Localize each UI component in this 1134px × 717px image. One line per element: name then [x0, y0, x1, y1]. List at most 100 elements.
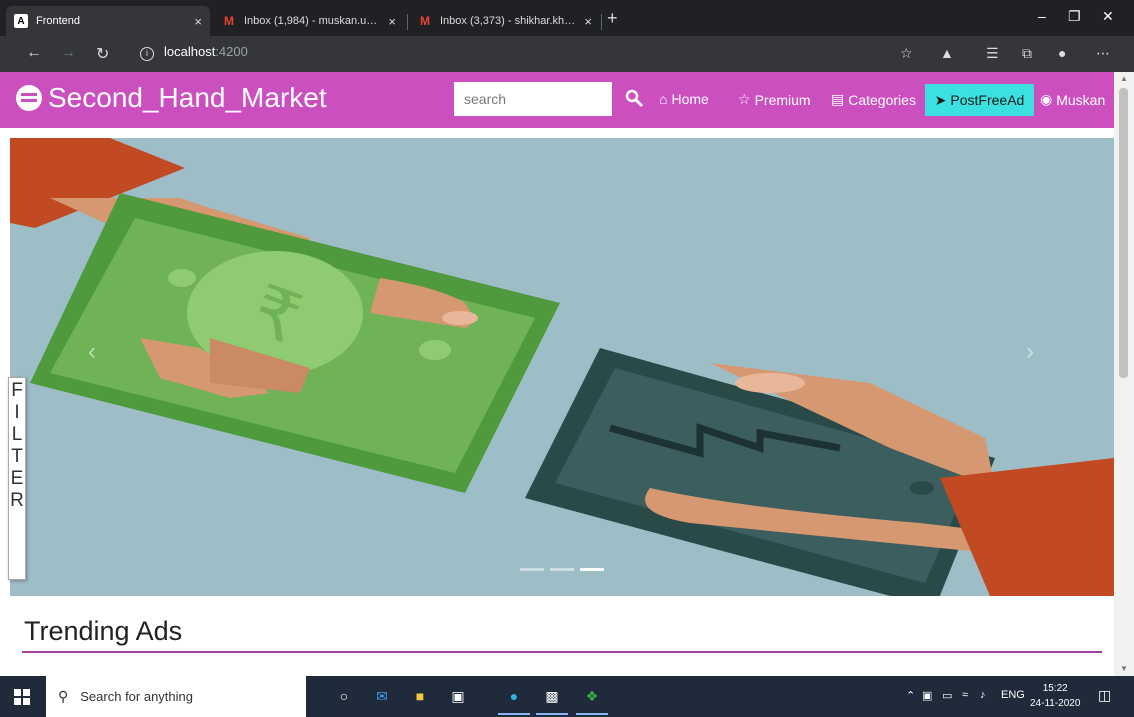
- frontend-favicon-icon: A: [14, 14, 28, 28]
- windows-start-icon[interactable]: [14, 689, 30, 705]
- banknote-dot-right: [419, 340, 451, 360]
- tab-frontend[interactable]: A Frontend ×: [6, 6, 210, 36]
- carousel-indicator-1[interactable]: [520, 568, 544, 571]
- favorites-list-icon[interactable]: ☰: [986, 45, 999, 62]
- favorite-star-icon[interactable]: ☆: [900, 45, 913, 62]
- taskbar-search-text: Search for anything: [80, 689, 193, 704]
- clock-date: 24-11-2020: [1030, 698, 1081, 709]
- page-content: ₹ ‹ › F I L T E R Trending Ads: [0, 128, 1114, 676]
- carousel-indicator-3[interactable]: [580, 568, 604, 571]
- site-info-icon[interactable]: i: [140, 47, 154, 61]
- tab-label: Inbox (3,373) - shikhar.khare_cs1: [440, 15, 578, 27]
- brand-logo[interactable]: Second_Hand_Market: [16, 82, 327, 114]
- scroll-down-arrow-icon[interactable]: ▼: [1120, 664, 1128, 673]
- post-free-ad-label: PostFreeAd: [950, 92, 1025, 108]
- profile-icon[interactable]: ●: [1058, 45, 1066, 61]
- mail-icon[interactable]: ✉: [370, 684, 394, 708]
- home-icon: ⌂: [659, 91, 668, 107]
- close-window-icon[interactable]: ✕: [1102, 8, 1114, 25]
- tab-separator: [601, 14, 602, 30]
- terminal-icon[interactable]: ▩: [536, 684, 568, 715]
- post-free-ad-button[interactable]: ➤ PostFreeAd: [925, 84, 1034, 116]
- filter-letter: L: [11, 424, 23, 445]
- trending-ads-heading: Trending Ads: [24, 616, 183, 646]
- tab-inbox-2[interactable]: M Inbox (3,373) - shikhar.khare_cs1 ×: [410, 6, 600, 36]
- search-input[interactable]: [454, 82, 612, 116]
- nav-user-account[interactable]: ◉ Muskan: [1040, 91, 1105, 108]
- file-explorer-icon[interactable]: ■: [408, 684, 432, 708]
- close-tab-icon[interactable]: ×: [584, 14, 592, 29]
- scroll-up-arrow-icon[interactable]: ▲: [1120, 74, 1128, 83]
- carousel-prev-button[interactable]: ‹: [88, 338, 96, 366]
- paper-plane-icon: ➤: [934, 91, 947, 108]
- page-scrollbar[interactable]: ▲ ▼: [1114, 72, 1134, 676]
- windows-taskbar: ⚲ Search for anything ○ ✉ ■ ▣ ● ▩ ❖ ⌃ ▣ …: [0, 676, 1134, 717]
- nav-home[interactable]: ⌂ Home: [659, 91, 709, 107]
- filter-toggle-button[interactable]: F I L T E R: [8, 377, 26, 580]
- store-icon[interactable]: ▣: [446, 684, 470, 708]
- show-hidden-icons-icon[interactable]: ⌃: [906, 689, 915, 702]
- tab-inbox-1[interactable]: M Inbox (1,984) - muskan.upadhya ×: [214, 6, 404, 36]
- scrollbar-thumb[interactable]: [1119, 88, 1128, 378]
- carousel-next-button[interactable]: ›: [1026, 338, 1034, 366]
- nav-premium-label: Premium: [754, 91, 811, 108]
- site-navbar: Second_Hand_Market ⌂ Home ☆ Premium ▤ Ca…: [0, 72, 1114, 128]
- right-nail: [735, 373, 805, 393]
- gmail-icon: M: [420, 14, 430, 28]
- new-tab-button[interactable]: +: [607, 8, 618, 29]
- document-icon: ▤: [831, 91, 845, 107]
- search-icon: ⚲: [58, 688, 69, 704]
- wifi-icon[interactable]: ≈: [962, 689, 968, 701]
- battery-icon[interactable]: ▭: [942, 689, 952, 702]
- brand-name: Second_Hand_Market: [48, 82, 327, 113]
- filter-letter: E: [10, 468, 24, 489]
- browser-tab-strip: A Frontend × M Inbox (1,984) - muskan.up…: [0, 0, 1134, 36]
- tray-app-icon[interactable]: ▣: [922, 689, 932, 702]
- search-icon[interactable]: [625, 89, 643, 107]
- filter-letter: T: [11, 446, 23, 467]
- nav-categories-label: Categories: [848, 91, 916, 108]
- hero-carousel: ₹ ‹ ›: [10, 138, 1114, 596]
- address-bar: ← → ↻ i localhost:4200 ☆ ▲ ☰ ⧉ ● ⋯: [0, 36, 1134, 72]
- close-tab-icon[interactable]: ×: [388, 14, 396, 29]
- taskbar-search-box[interactable]: ⚲ Search for anything: [46, 676, 306, 717]
- close-tab-icon[interactable]: ×: [194, 14, 202, 29]
- url-field[interactable]: i localhost:4200: [140, 44, 248, 61]
- tab-label: Inbox (1,984) - muskan.upadhya: [244, 15, 382, 27]
- nav-home-label: Home: [671, 91, 709, 107]
- filter-letter: F: [11, 380, 23, 401]
- gmail-icon: M: [224, 14, 234, 28]
- volume-icon[interactable]: ♪: [980, 689, 986, 701]
- restore-icon[interactable]: ❐: [1068, 8, 1081, 25]
- star-icon: ☆: [738, 91, 751, 107]
- banknote-dot-left: [168, 269, 196, 287]
- language-indicator[interactable]: ENG: [1001, 689, 1025, 701]
- right-sleeve: [940, 458, 1114, 596]
- more-options-icon[interactable]: ⋯: [1096, 45, 1110, 62]
- filter-letter: R: [10, 490, 24, 511]
- phone-home-button: [910, 481, 934, 495]
- taskbar-clock[interactable]: 15:22 24-11-2020: [1030, 681, 1080, 711]
- brand-globe-icon: [16, 85, 42, 111]
- notifications-icon[interactable]: ◫: [1098, 687, 1111, 704]
- forward-icon[interactable]: →: [60, 44, 76, 62]
- user-circle-icon: ◉: [1040, 91, 1053, 107]
- left-thumbnail: [442, 311, 478, 325]
- edge-browser-icon[interactable]: ●: [498, 684, 530, 715]
- clock-time: 15:22: [1042, 683, 1068, 694]
- refresh-icon[interactable]: ↻: [96, 44, 109, 64]
- collections-icon[interactable]: ⧉: [1022, 45, 1032, 62]
- filter-letter: I: [14, 402, 20, 423]
- carousel-indicator-2[interactable]: [550, 568, 574, 571]
- money-exchange-illustration: ₹: [10, 138, 1114, 596]
- carousel-indicators: [520, 568, 604, 571]
- back-icon[interactable]: ←: [26, 44, 42, 62]
- nav-categories[interactable]: ▤ Categories: [831, 91, 916, 108]
- cortana-icon[interactable]: ○: [332, 684, 356, 708]
- minimize-icon[interactable]: –: [1038, 8, 1046, 24]
- nav-premium[interactable]: ☆ Premium: [738, 91, 811, 108]
- tab-separator: [407, 14, 408, 30]
- extension-icon[interactable]: ▲: [940, 45, 954, 61]
- url-port: :4200: [215, 44, 248, 59]
- mongodb-icon[interactable]: ❖: [576, 684, 608, 715]
